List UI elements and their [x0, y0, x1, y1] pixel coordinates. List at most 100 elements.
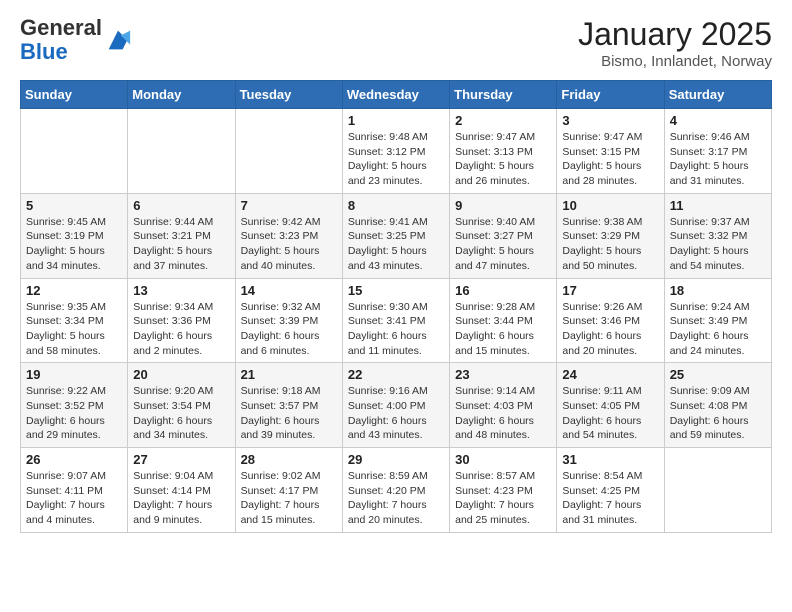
day-number: 7 — [241, 198, 337, 213]
day-number: 25 — [670, 367, 766, 382]
day-info: Sunrise: 9:47 AM Sunset: 3:13 PM Dayligh… — [455, 130, 551, 189]
table-row: 23 Sunrise: 9:14 AM Sunset: 4:03 PM Dayli… — [450, 363, 557, 448]
table-row: 13 Sunrise: 9:34 AM Sunset: 3:36 PM Dayli… — [128, 278, 235, 363]
day-number: 28 — [241, 452, 337, 467]
day-number: 22 — [348, 367, 444, 382]
table-row: 26Sunrise: 9:07 AM Sunset: 4:11 PM Dayli… — [21, 448, 128, 533]
table-row: 1 Sunrise: 9:48 AM Sunset: 3:12 PM Daylig… — [342, 109, 449, 194]
day-info: Sunrise: 9:09 AM Sunset: 4:08 PM Dayligh… — [670, 384, 766, 443]
day-number: 17 — [562, 283, 658, 298]
day-info: Sunrise: 9:45 AM Sunset: 3:19 PM Dayligh… — [26, 215, 122, 274]
day-info: Sunrise: 9:28 AM Sunset: 3:44 PM Dayligh… — [455, 300, 551, 359]
day-info: Sunrise: 9:47 AM Sunset: 3:15 PM Dayligh… — [562, 130, 658, 189]
day-info: Sunrise: 8:57 AM Sunset: 4:23 PM Dayligh… — [455, 469, 551, 528]
day-info: Sunrise: 9:41 AM Sunset: 3:25 PM Dayligh… — [348, 215, 444, 274]
title-block: January 2025 Bismo, Innlandet, Norway — [578, 16, 772, 70]
table-row: 18 Sunrise: 9:24 AM Sunset: 3:49 PM Dayli… — [664, 278, 771, 363]
table-row: 24 Sunrise: 9:11 AM Sunset: 4:05 PM Dayli… — [557, 363, 664, 448]
calendar-week-row: 1 Sunrise: 9:48 AM Sunset: 3:12 PM Daylig… — [21, 109, 772, 194]
calendar-table: Sunday Monday Tuesday Wednesday Thursday… — [20, 80, 772, 533]
day-number: 24 — [562, 367, 658, 382]
table-row — [21, 109, 128, 194]
day-info: Sunrise: 9:37 AM Sunset: 3:32 PM Dayligh… — [670, 215, 766, 274]
logo: General Blue — [20, 16, 132, 64]
col-tuesday: Tuesday — [235, 81, 342, 109]
table-row: 5 Sunrise: 9:45 AM Sunset: 3:19 PM Daylig… — [21, 193, 128, 278]
day-number: 15 — [348, 283, 444, 298]
day-info: Sunrise: 9:24 AM Sunset: 3:49 PM Dayligh… — [670, 300, 766, 359]
logo-icon — [104, 26, 132, 54]
col-sunday: Sunday — [21, 81, 128, 109]
day-number: 20 — [133, 367, 229, 382]
table-row: 4 Sunrise: 9:46 AM Sunset: 3:17 PM Daylig… — [664, 109, 771, 194]
calendar-title: January 2025 — [578, 16, 772, 53]
day-info: Sunrise: 9:18 AM Sunset: 3:57 PM Dayligh… — [241, 384, 337, 443]
day-number: 13 — [133, 283, 229, 298]
day-number: 29 — [348, 452, 444, 467]
col-thursday: Thursday — [450, 81, 557, 109]
day-number: 9 — [455, 198, 551, 213]
day-info: Sunrise: 8:54 AM Sunset: 4:25 PM Dayligh… — [562, 469, 658, 528]
day-info: Sunrise: 9:46 AM Sunset: 3:17 PM Dayligh… — [670, 130, 766, 189]
table-row: 28 Sunrise: 9:02 AM Sunset: 4:17 PM Dayli… — [235, 448, 342, 533]
table-row: 9 Sunrise: 9:40 AM Sunset: 3:27 PM Daylig… — [450, 193, 557, 278]
day-number: 8 — [348, 198, 444, 213]
table-row: 14Sunrise: 9:32 AM Sunset: 3:39 PM Dayli… — [235, 278, 342, 363]
day-number: 5 — [26, 198, 122, 213]
day-info: Sunrise: 9:04 AM Sunset: 4:14 PM Dayligh… — [133, 469, 229, 528]
table-row: 15 Sunrise: 9:30 AM Sunset: 3:41 PM Dayli… — [342, 278, 449, 363]
table-row: 3 Sunrise: 9:47 AM Sunset: 3:15 PM Daylig… — [557, 109, 664, 194]
day-info: Sunrise: 9:14 AM Sunset: 4:03 PM Dayligh… — [455, 384, 551, 443]
day-info: Sunrise: 9:38 AM Sunset: 3:29 PM Dayligh… — [562, 215, 658, 274]
day-info: Sunrise: 9:22 AM Sunset: 3:52 PM Dayligh… — [26, 384, 122, 443]
day-info: Sunrise: 9:32 AM Sunset: 3:39 PM Dayligh… — [241, 300, 337, 359]
day-number: 11 — [670, 198, 766, 213]
table-row: 7 Sunrise: 9:42 AM Sunset: 3:23 PM Daylig… — [235, 193, 342, 278]
day-info: Sunrise: 9:40 AM Sunset: 3:27 PM Dayligh… — [455, 215, 551, 274]
day-number: 31 — [562, 452, 658, 467]
day-info: Sunrise: 8:59 AM Sunset: 4:20 PM Dayligh… — [348, 469, 444, 528]
day-info: Sunrise: 9:42 AM Sunset: 3:23 PM Dayligh… — [241, 215, 337, 274]
col-saturday: Saturday — [664, 81, 771, 109]
table-row: 30 Sunrise: 8:57 AM Sunset: 4:23 PM Dayli… — [450, 448, 557, 533]
table-row: 25 Sunrise: 9:09 AM Sunset: 4:08 PM Dayli… — [664, 363, 771, 448]
day-info: Sunrise: 9:34 AM Sunset: 3:36 PM Dayligh… — [133, 300, 229, 359]
day-number: 18 — [670, 283, 766, 298]
day-number: 1 — [348, 113, 444, 128]
day-info: Sunrise: 9:20 AM Sunset: 3:54 PM Dayligh… — [133, 384, 229, 443]
day-number: 10 — [562, 198, 658, 213]
day-info: Sunrise: 9:35 AM Sunset: 3:34 PM Dayligh… — [26, 300, 122, 359]
day-info: Sunrise: 9:30 AM Sunset: 3:41 PM Dayligh… — [348, 300, 444, 359]
table-row — [664, 448, 771, 533]
day-number: 3 — [562, 113, 658, 128]
calendar-week-row: 12 Sunrise: 9:35 AM Sunset: 3:34 PM Dayli… — [21, 278, 772, 363]
day-info: Sunrise: 9:26 AM Sunset: 3:46 PM Dayligh… — [562, 300, 658, 359]
calendar-week-row: 19 Sunrise: 9:22 AM Sunset: 3:52 PM Dayli… — [21, 363, 772, 448]
day-number: 19 — [26, 367, 122, 382]
day-number: 12 — [26, 283, 122, 298]
table-row: 17 Sunrise: 9:26 AM Sunset: 3:46 PM Dayli… — [557, 278, 664, 363]
day-number: 4 — [670, 113, 766, 128]
day-info: Sunrise: 9:11 AM Sunset: 4:05 PM Dayligh… — [562, 384, 658, 443]
day-number: 30 — [455, 452, 551, 467]
calendar-week-row: 26Sunrise: 9:07 AM Sunset: 4:11 PM Dayli… — [21, 448, 772, 533]
day-number: 21 — [241, 367, 337, 382]
calendar-week-row: 5 Sunrise: 9:45 AM Sunset: 3:19 PM Daylig… — [21, 193, 772, 278]
table-row — [128, 109, 235, 194]
day-number: 16 — [455, 283, 551, 298]
table-row: 31 Sunrise: 8:54 AM Sunset: 4:25 PM Dayli… — [557, 448, 664, 533]
calendar-subtitle: Bismo, Innlandet, Norway — [578, 53, 772, 70]
day-info: Sunrise: 9:16 AM Sunset: 4:00 PM Dayligh… — [348, 384, 444, 443]
table-row: 8 Sunrise: 9:41 AM Sunset: 3:25 PM Daylig… — [342, 193, 449, 278]
day-info: Sunrise: 9:48 AM Sunset: 3:12 PM Dayligh… — [348, 130, 444, 189]
table-row: 20 Sunrise: 9:20 AM Sunset: 3:54 PM Dayli… — [128, 363, 235, 448]
table-row: 10 Sunrise: 9:38 AM Sunset: 3:29 PM Dayli… — [557, 193, 664, 278]
col-wednesday: Wednesday — [342, 81, 449, 109]
day-info: Sunrise: 9:02 AM Sunset: 4:17 PM Dayligh… — [241, 469, 337, 528]
page: General Blue January 2025 Bismo, Innland… — [0, 0, 792, 543]
table-row: 22 Sunrise: 9:16 AM Sunset: 4:00 PM Dayli… — [342, 363, 449, 448]
table-row: 21 Sunrise: 9:18 AM Sunset: 3:57 PM Dayli… — [235, 363, 342, 448]
day-number: 6 — [133, 198, 229, 213]
day-number: 23 — [455, 367, 551, 382]
table-row: 11 Sunrise: 9:37 AM Sunset: 3:32 PM Dayli… — [664, 193, 771, 278]
